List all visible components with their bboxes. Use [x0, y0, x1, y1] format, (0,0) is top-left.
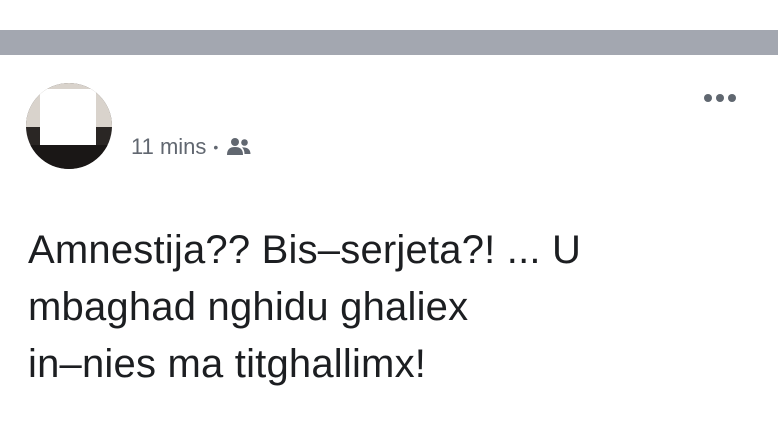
feed-divider: [0, 30, 778, 55]
top-strip: [0, 0, 778, 30]
avatar-shoulders: [26, 145, 112, 169]
menu-dot: [716, 94, 724, 102]
avatar[interactable]: [26, 83, 112, 169]
post-text-line: mbaghad nghidu ghaliex: [28, 285, 469, 329]
page: 11 mins • Amnestija?? Bis–serjeta?! ... …: [0, 0, 778, 445]
post-card: 11 mins • Amnestija?? Bis–serjeta?! ... …: [0, 55, 778, 445]
post-text-line: in–nies ma titghallimx!: [28, 342, 427, 386]
post-meta: 11 mins •: [131, 134, 252, 160]
friends-icon[interactable]: [226, 137, 252, 157]
avatar-redaction-box: [40, 89, 96, 145]
menu-dot: [704, 94, 712, 102]
menu-dot: [728, 94, 736, 102]
meta-separator: •: [213, 139, 219, 155]
post-text: Amnestija?? Bis–serjeta?! ... U mbaghad …: [28, 222, 748, 393]
post-text-line: Amnestija?? Bis–serjeta?! ... U: [28, 228, 582, 272]
more-options-icon[interactable]: [700, 88, 740, 108]
post-timestamp[interactable]: 11 mins: [131, 134, 206, 160]
